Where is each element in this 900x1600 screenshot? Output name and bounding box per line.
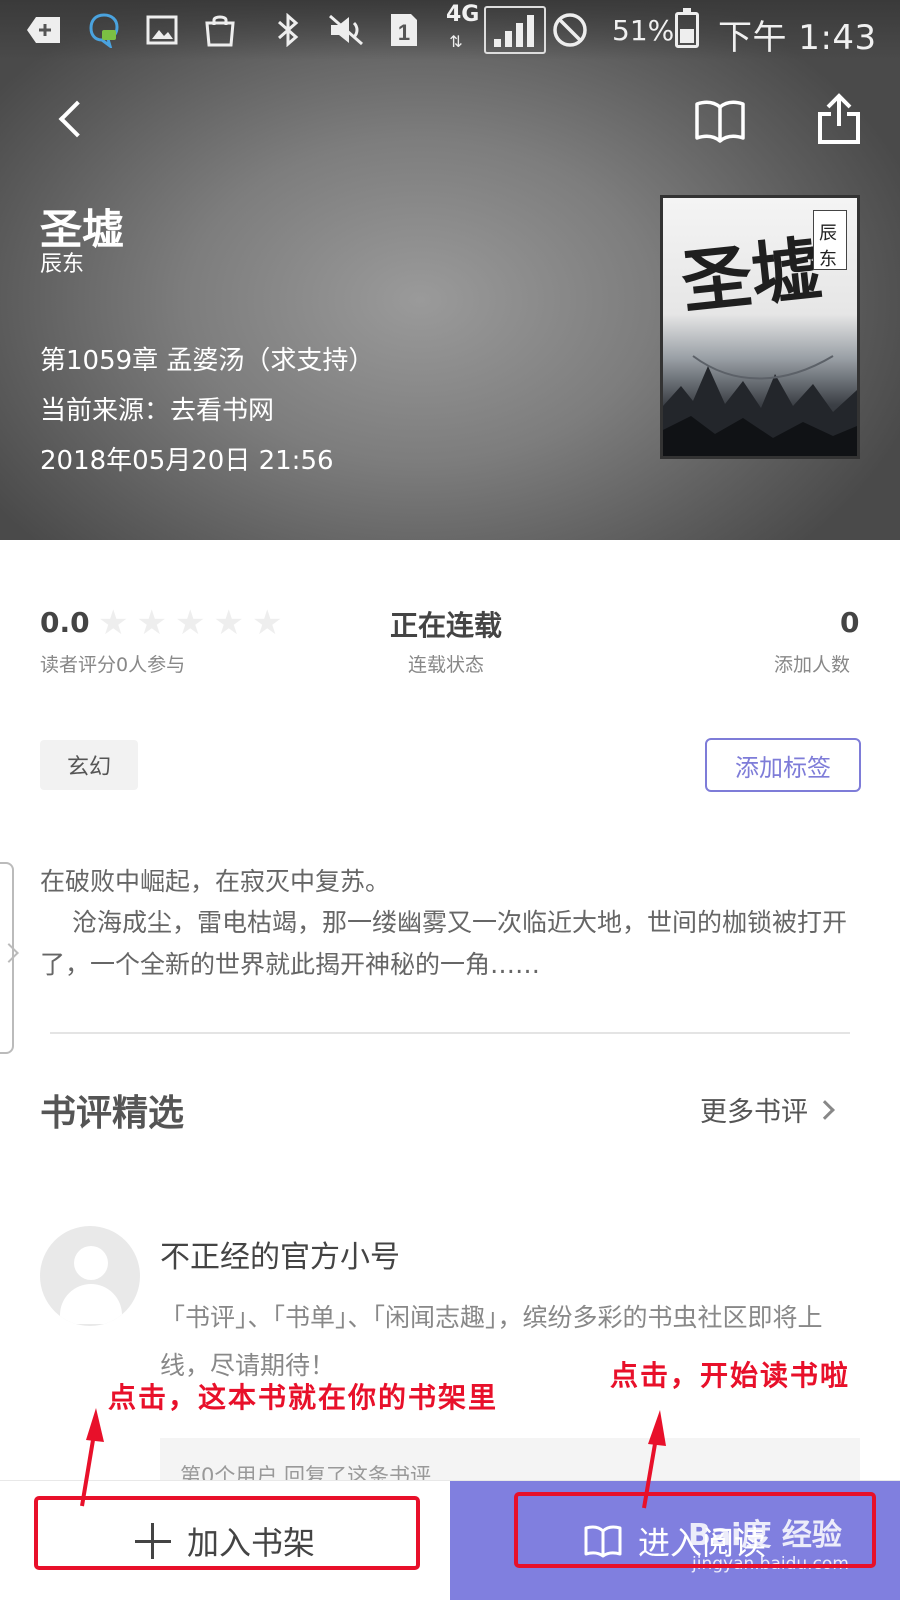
annotation-arrows: [80, 1408, 666, 1509]
